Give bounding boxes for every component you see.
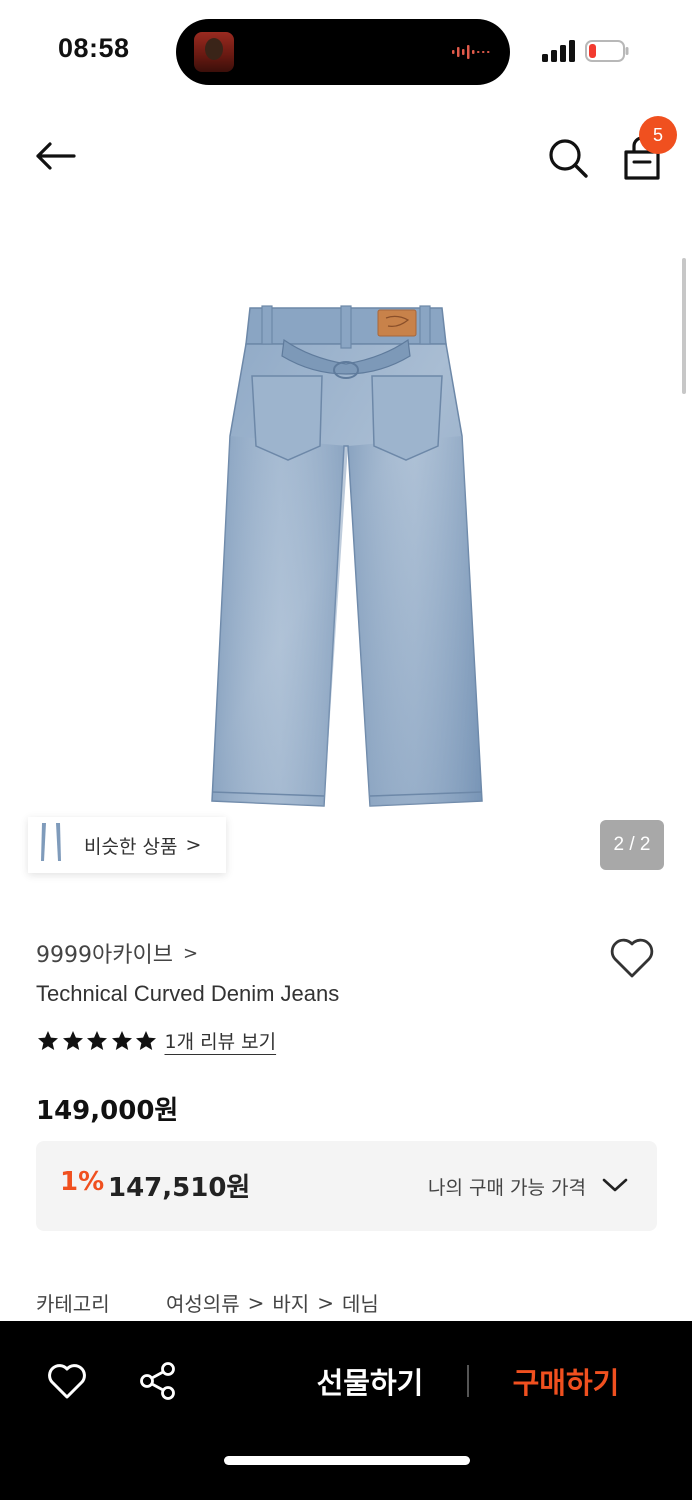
review-link[interactable]: 1개 리뷰 보기 (165, 1027, 277, 1054)
brand-link[interactable]: 9999아카이브 > (36, 937, 198, 969)
star-icon (62, 1030, 83, 1050)
category-label: 카테고리 (36, 1292, 110, 1316)
divider (467, 1365, 469, 1397)
share-icon[interactable] (138, 1361, 178, 1401)
battery-icon (585, 40, 629, 62)
star-icon (87, 1030, 107, 1050)
chevron-right-icon: > (185, 834, 202, 856)
gift-button[interactable]: 선물하기 (300, 1359, 440, 1403)
status-bar: 08:58 (0, 0, 692, 100)
home-indicator[interactable] (224, 1456, 470, 1465)
product-image[interactable] (200, 296, 492, 816)
dynamic-island[interactable] (176, 19, 510, 85)
bottom-action-bar: 선물하기 구매하기 (0, 1321, 692, 1500)
similar-products-label: 비슷한 상품 (84, 835, 178, 858)
discount-rate: 1% (60, 1167, 105, 1197)
now-playing-avatar (194, 32, 234, 72)
star-rating (36, 1029, 159, 1053)
similar-products-button[interactable]: 비슷한 상품 > (28, 817, 226, 873)
my-price-label: 나의 구매 가능 가격 (428, 1177, 586, 1199)
breadcrumb-item[interactable]: 바지 (272, 1288, 309, 1317)
star-icon (38, 1030, 58, 1050)
audio-wave-icon (452, 45, 490, 59)
back-arrow-icon (36, 142, 76, 170)
heart-icon[interactable] (46, 1361, 88, 1401)
breadcrumb-item[interactable]: 데님 (342, 1288, 379, 1317)
rating-row: 1개 리뷰 보기 (36, 1027, 276, 1054)
heart-icon[interactable] (608, 934, 656, 980)
similar-product-thumbnail (28, 817, 72, 873)
breadcrumb-separator: > (247, 1290, 265, 1315)
product-price: 149,000원 (36, 1096, 179, 1126)
chevron-down-icon (602, 1178, 628, 1192)
signal-icon (542, 40, 575, 62)
my-price-box[interactable]: 1% 147,510원 나의 구매 가능 가격 (36, 1141, 657, 1231)
back-button[interactable] (30, 136, 80, 176)
cart-count-badge: 5 (639, 116, 677, 154)
status-time: 08:58 (58, 33, 130, 63)
search-icon[interactable] (544, 134, 590, 180)
product-name: Technical Curved Denim Jeans (36, 981, 340, 1006)
image-page-indicator: 2 / 2 (600, 820, 664, 870)
scrollbar[interactable] (682, 258, 686, 394)
star-icon (136, 1030, 156, 1050)
chevron-right-icon: > (182, 942, 199, 964)
category-breadcrumb: 여성의류 > 바지 > 데님 (166, 1288, 379, 1317)
buy-button[interactable]: 구매하기 (496, 1359, 636, 1403)
category-row: 카테고리 여성의류 > 바지 > 데님 (36, 1288, 379, 1317)
breadcrumb-separator: > (317, 1290, 334, 1315)
discount-price: 147,510원 (108, 1173, 251, 1203)
star-icon (111, 1030, 132, 1050)
app-header (0, 110, 692, 202)
brand-name: 9999아카이브 (36, 943, 173, 968)
breadcrumb-item[interactable]: 여성의류 (166, 1288, 240, 1317)
